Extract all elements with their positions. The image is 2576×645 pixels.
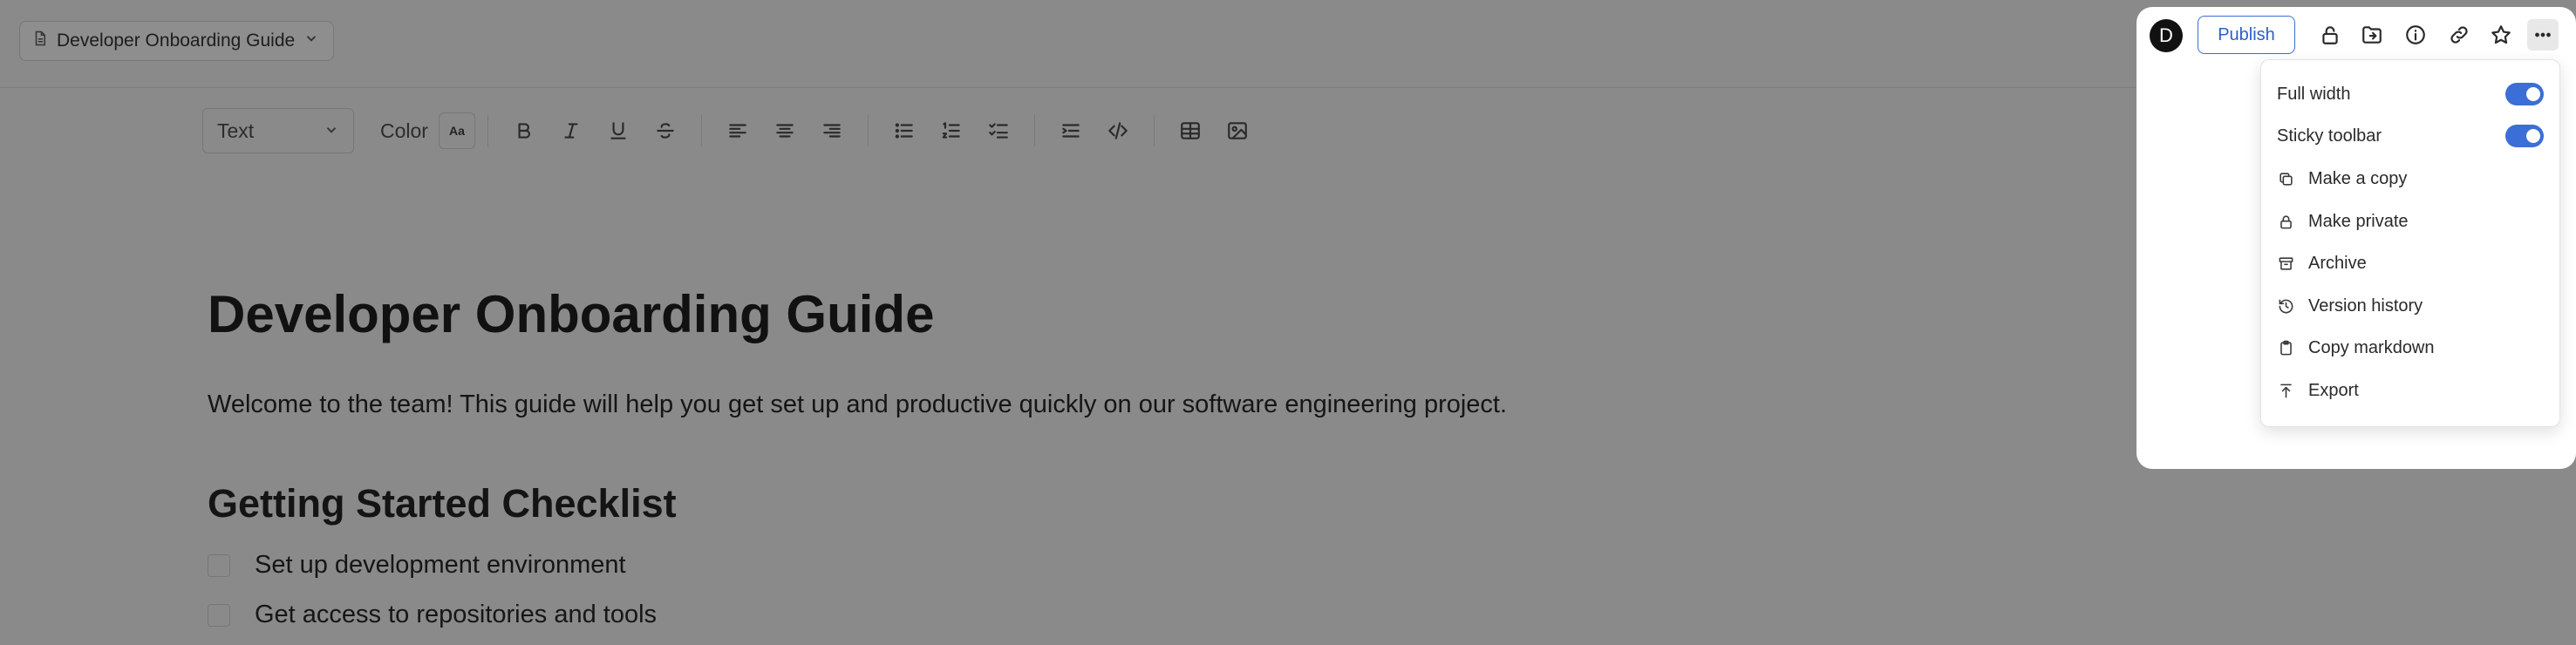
numbered-list-button[interactable] xyxy=(934,113,969,148)
checklist-checkbox[interactable] xyxy=(208,553,230,577)
toolbar-divider xyxy=(700,115,702,146)
info-icon[interactable] xyxy=(2400,19,2431,51)
text-color-button[interactable]: Aa xyxy=(438,112,475,149)
checklist-item-label[interactable]: Set up development environment xyxy=(255,551,626,580)
section-heading[interactable]: Getting Started Checklist xyxy=(208,481,677,526)
move-to-folder-icon[interactable] xyxy=(2356,19,2388,51)
export-icon xyxy=(2277,382,2294,399)
document-icon xyxy=(32,31,48,51)
checklist-item: Set up development environment xyxy=(208,551,626,580)
copy-icon xyxy=(2277,170,2294,187)
link-icon[interactable] xyxy=(2443,19,2475,51)
menu-item-version-history[interactable]: Version history xyxy=(2261,288,2559,324)
full-width-toggle[interactable] xyxy=(2505,83,2544,105)
align-right-button[interactable] xyxy=(814,113,849,148)
block-type-select[interactable]: Text xyxy=(202,108,354,153)
sticky-toolbar-toggle[interactable] xyxy=(2505,125,2544,147)
clipboard-icon xyxy=(2277,339,2294,356)
document-selector[interactable]: Developer Onboarding Guide xyxy=(19,21,335,61)
menu-item-label: Full width xyxy=(2277,84,2351,104)
avatar[interactable]: D xyxy=(2150,19,2183,52)
menu-item-label: Make a copy xyxy=(2308,168,2408,188)
strikethrough-button[interactable] xyxy=(648,113,683,148)
menu-item-label: Archive xyxy=(2308,253,2367,273)
menu-item-label: Export xyxy=(2308,380,2359,400)
toolbar-divider xyxy=(487,115,488,146)
star-icon[interactable] xyxy=(2485,19,2517,51)
checklist-item: Get access to repositories and tools xyxy=(208,601,657,629)
lock-icon xyxy=(2277,213,2294,230)
indent-button[interactable] xyxy=(1053,113,1088,148)
insert-table-button[interactable] xyxy=(1173,113,1208,148)
document-title[interactable]: Developer Onboarding Guide xyxy=(208,284,934,344)
menu-item-archive[interactable]: Archive xyxy=(2261,245,2559,282)
block-type-value: Text xyxy=(217,119,255,142)
more-options-menu: Full width Sticky toolbar Make a copy Ma… xyxy=(2260,59,2560,427)
bullet-list-button[interactable] xyxy=(887,113,922,148)
menu-item-label: Version history xyxy=(2308,295,2423,316)
italic-button[interactable] xyxy=(554,113,589,148)
menu-item-label: Copy markdown xyxy=(2308,337,2435,357)
bold-button[interactable] xyxy=(507,113,542,148)
menu-item-make-private[interactable]: Make private xyxy=(2261,203,2559,240)
header-divider xyxy=(0,87,2136,88)
more-options-icon[interactable] xyxy=(2527,19,2559,51)
history-icon xyxy=(2277,297,2294,315)
insert-image-button[interactable] xyxy=(1220,113,1255,148)
color-label: Color xyxy=(380,119,428,142)
checklist-checkbox[interactable] xyxy=(208,603,230,627)
menu-item-make-copy[interactable]: Make a copy xyxy=(2261,160,2559,197)
underline-button[interactable] xyxy=(601,113,636,148)
formatting-toolbar: Text Color Aa xyxy=(202,106,1261,155)
checklist-button[interactable] xyxy=(981,113,1016,148)
lock-icon[interactable] xyxy=(2314,19,2346,51)
code-block-button[interactable] xyxy=(1101,113,1135,148)
archive-icon xyxy=(2277,255,2294,272)
align-left-button[interactable] xyxy=(720,113,755,148)
menu-item-export[interactable]: Export xyxy=(2261,372,2559,409)
toolbar-divider xyxy=(1033,115,1035,146)
menu-item-label: Sticky toolbar xyxy=(2277,126,2382,146)
menu-item-sticky-toolbar[interactable]: Sticky toolbar xyxy=(2261,118,2559,154)
document-intro-paragraph[interactable]: Welcome to the team! This guide will hel… xyxy=(208,390,1507,419)
toolbar-divider xyxy=(867,115,869,146)
menu-item-label: Make private xyxy=(2308,211,2409,231)
toolbar-divider xyxy=(1153,115,1155,146)
chevron-down-icon xyxy=(324,119,339,143)
document-selector-label: Developer Onboarding Guide xyxy=(57,31,296,51)
align-center-button[interactable] xyxy=(767,113,802,148)
publish-button[interactable]: Publish xyxy=(2198,16,2295,54)
menu-item-copy-markdown[interactable]: Copy markdown xyxy=(2261,329,2559,366)
chevron-down-icon xyxy=(303,31,319,51)
checklist-item-label[interactable]: Get access to repositories and tools xyxy=(255,601,657,629)
menu-item-full-width[interactable]: Full width xyxy=(2261,76,2559,112)
